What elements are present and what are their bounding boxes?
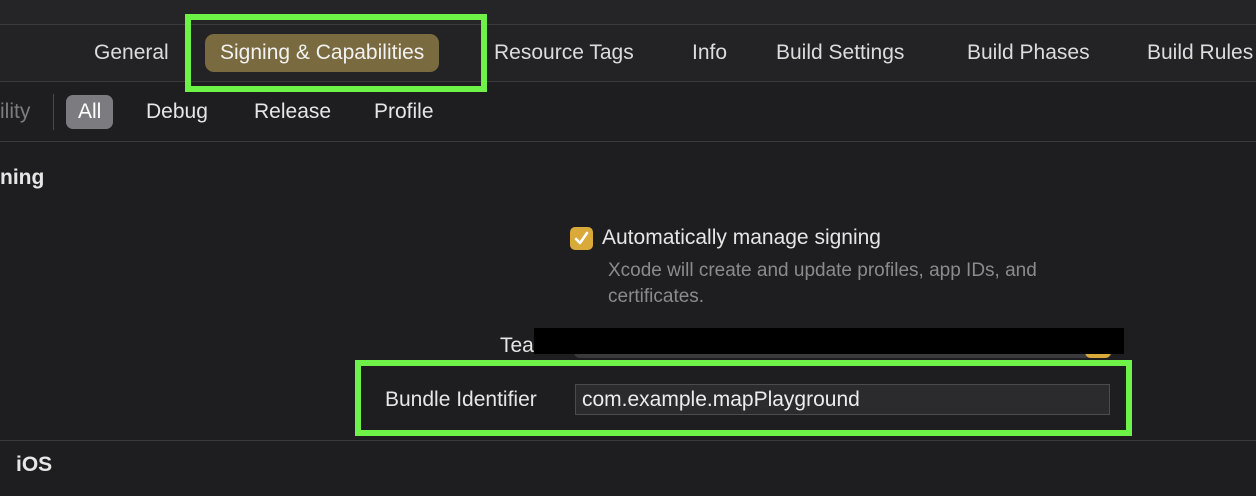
editor-tab-bar: General Signing & Capabilities Resource …: [0, 25, 1256, 82]
filter-capability-truncated[interactable]: ility: [0, 82, 30, 141]
auto-manage-signing-label[interactable]: Automatically manage signing: [602, 226, 881, 250]
tab-build-rules[interactable]: Build Rules: [1147, 25, 1253, 81]
ios-section-header[interactable]: iOS: [0, 440, 1256, 496]
filter-separator: [53, 94, 54, 130]
filter-debug[interactable]: Debug: [146, 82, 208, 141]
tab-build-settings[interactable]: Build Settings: [776, 25, 904, 81]
filter-all[interactable]: All: [66, 95, 114, 129]
filter-release[interactable]: Release: [254, 82, 331, 141]
signing-section-title: ning: [0, 166, 45, 189]
filter-profile[interactable]: Profile: [374, 82, 434, 141]
bundle-identifier-label: Bundle Identifier: [385, 388, 537, 411]
redacted-region: [534, 328, 1124, 354]
window-top-strip: [0, 0, 1256, 25]
tab-resource-tags[interactable]: Resource Tags: [494, 25, 634, 81]
auto-manage-signing-description: Xcode will create and update profiles, a…: [608, 260, 1037, 307]
auto-manage-signing-checkbox[interactable]: [570, 227, 593, 250]
bundle-identifier-input[interactable]: [575, 384, 1110, 415]
configuration-filter-bar: ility All Debug Release Profile: [0, 82, 1256, 142]
checkmark-icon: [574, 231, 589, 245]
tab-general[interactable]: General: [94, 25, 169, 81]
tab-signing-capabilities[interactable]: Signing & Capabilities: [205, 34, 440, 72]
tab-info[interactable]: Info: [692, 25, 727, 81]
ios-section-label: iOS: [16, 453, 53, 476]
xcode-target-editor: General Signing & Capabilities Resource …: [0, 0, 1256, 496]
tab-build-phases[interactable]: Build Phases: [967, 25, 1090, 81]
team-label: Tea: [500, 334, 534, 357]
